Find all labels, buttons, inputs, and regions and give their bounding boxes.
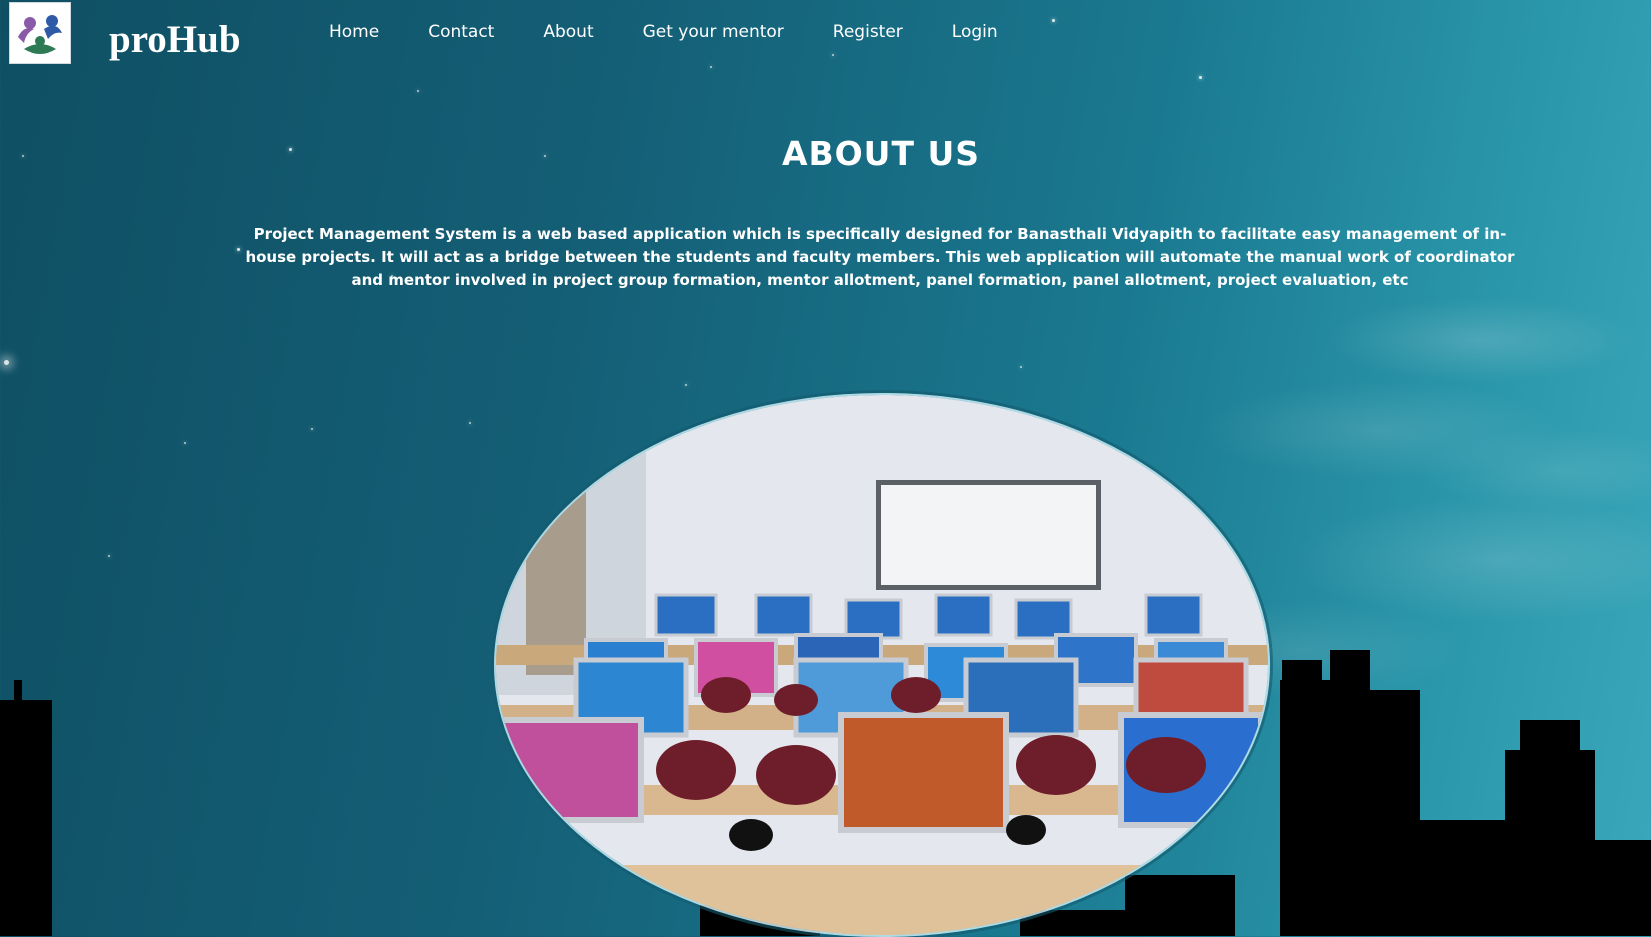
main-nav: Home Contact About Get your mentor Regis… (329, 22, 1047, 42)
brand-name[interactable]: proHub (109, 20, 241, 59)
people-circle-logo-icon[interactable] (9, 2, 71, 64)
about-description: Project Management System is a web based… (245, 225, 1515, 289)
about-heading: ABOUT US (781, 134, 981, 173)
nav-about-link[interactable]: About (543, 22, 593, 42)
nav-home-link[interactable]: Home (329, 22, 379, 42)
nav-register-link[interactable]: Register (833, 22, 903, 42)
site-header: proHub Home Contact About Get your mento… (0, 0, 1651, 80)
computer-lab-photo (494, 393, 1270, 937)
nav-login-link[interactable]: Login (952, 22, 998, 42)
nav-get-mentor-link[interactable]: Get your mentor (643, 22, 784, 42)
nav-contact-link[interactable]: Contact (428, 22, 494, 42)
